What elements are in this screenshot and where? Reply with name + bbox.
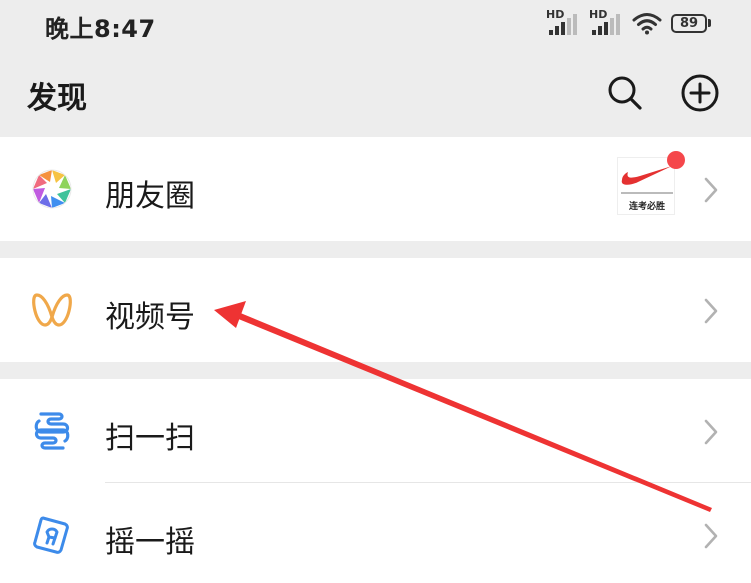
shake-icon (29, 512, 75, 558)
search-icon[interactable] (604, 72, 646, 114)
status-bar: 晚上8:47 HD HD 89 (0, 0, 751, 52)
battery-icon: 89 (671, 13, 711, 33)
page-title: 发现 (27, 81, 87, 116)
signal-2-icon: HD (589, 8, 623, 36)
chevron-right-icon (704, 419, 718, 445)
scan-label: 扫一扫 (105, 421, 195, 456)
shake-label: 摇一摇 (105, 525, 195, 560)
nav-bar: 发现 (0, 52, 751, 136)
shake-row[interactable]: 摇一摇 (0, 483, 751, 583)
new-update-dot (667, 151, 685, 169)
moments-shutter-icon (29, 166, 75, 212)
chevron-right-icon (704, 177, 718, 203)
swoosh-icon (621, 166, 672, 185)
status-icons: HD HD 89 (546, 8, 711, 36)
wifi-icon (632, 13, 662, 35)
chevron-right-icon (704, 298, 718, 324)
moments-thumbnail-caption: 连考必胜 (628, 202, 665, 212)
channels-label: 视频号 (105, 300, 195, 335)
add-circle-icon[interactable] (679, 72, 721, 114)
moments-preview-thumbnail: 连考必胜 (617, 157, 675, 215)
channels-butterfly-icon (29, 287, 75, 333)
scan-icon (29, 408, 75, 454)
signal-1-icon: HD (546, 8, 580, 36)
battery-level: 89 (671, 13, 707, 33)
status-time: 晚上8:47 (45, 15, 156, 43)
channels-row[interactable]: 视频号 (0, 258, 751, 362)
chevron-right-icon (704, 523, 718, 549)
scan-row[interactable]: 扫一扫 (0, 379, 751, 483)
moments-row[interactable]: 朋友圈 连考必胜 (0, 137, 751, 241)
moments-label: 朋友圈 (105, 179, 195, 214)
